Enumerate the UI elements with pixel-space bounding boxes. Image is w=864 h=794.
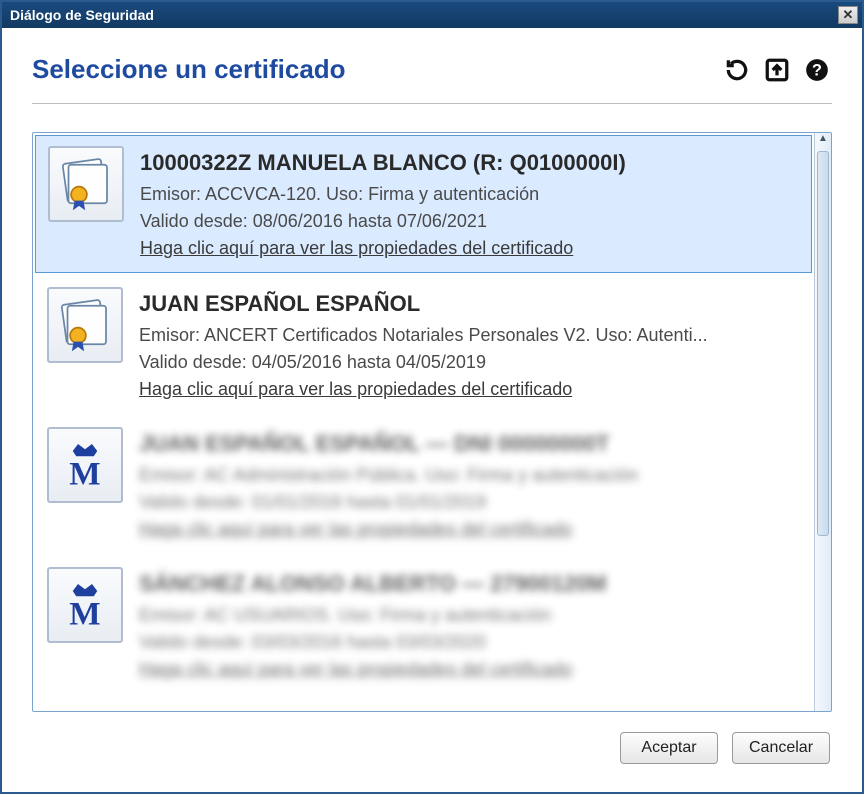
certificate-body: 10000322Z MANUELA BLANCO (R: Q0100000I)E… xyxy=(140,146,799,262)
help-button[interactable]: ? xyxy=(802,55,832,85)
certificate-item[interactable]: M JUAN ESPAÑOL ESPAÑOL — DNI 00000000TEmi… xyxy=(33,415,814,555)
certificate-body: JUAN ESPAÑOL ESPAÑOLEmisor: ANCERT Certi… xyxy=(139,287,800,403)
certificate-validity: Valido desde: 03/03/2016 hasta 03/03/202… xyxy=(139,629,800,656)
certificate-name: JUAN ESPAÑOL ESPAÑOL xyxy=(139,287,800,320)
certificate-name: SÁNCHEZ ALONSO ALBERTO — 27900120M xyxy=(139,567,800,600)
certificate-properties-link[interactable]: Haga clic aquí para ver las propiedades … xyxy=(139,656,800,683)
svg-text:M: M xyxy=(69,595,100,632)
accept-button[interactable]: Aceptar xyxy=(620,732,718,764)
close-button[interactable]: ✕ xyxy=(838,6,858,24)
certificate-item[interactable]: JUAN ESPAÑOL ESPAÑOLEmisor: ANCERT Certi… xyxy=(33,275,814,415)
certificate-item[interactable]: 10000322Z MANUELA BLANCO (R: Q0100000I)E… xyxy=(35,135,812,273)
refresh-button[interactable] xyxy=(722,55,752,85)
certificate-body: JUAN ESPAÑOL ESPAÑOL — DNI 00000000TEmis… xyxy=(139,427,800,543)
svg-text:?: ? xyxy=(812,61,822,79)
header: Seleccione un certificado ? xyxy=(32,54,832,104)
scroll-thumb[interactable] xyxy=(817,151,829,536)
certificate-list: 10000322Z MANUELA BLANCO (R: Q0100000I)E… xyxy=(33,133,814,711)
certificate-list-container: 10000322Z MANUELA BLANCO (R: Q0100000I)E… xyxy=(32,132,832,712)
import-button[interactable] xyxy=(762,55,792,85)
certificate-item[interactable]: M SÁNCHEZ ALONSO ALBERTO — 27900120MEmiso… xyxy=(33,555,814,695)
certificate-item-icon xyxy=(47,287,123,363)
svg-text:M: M xyxy=(69,455,100,492)
window-title: Diálogo de Seguridad xyxy=(10,7,154,23)
certificate-icon xyxy=(57,297,113,353)
certificate-issuer: Emisor: AC Administración Pública. Uso: … xyxy=(139,462,800,489)
certificate-body: SÁNCHEZ ALONSO ALBERTO — 27900120MEmisor… xyxy=(139,567,800,683)
security-dialog: Diálogo de Seguridad ✕ Seleccione un cer… xyxy=(0,0,864,794)
crown-m-icon: M xyxy=(57,577,113,633)
scroll-up-arrow[interactable]: ▲ xyxy=(815,133,831,150)
scrollbar[interactable]: ▲ xyxy=(814,133,831,711)
certificate-validity: Valido desde: 04/05/2016 hasta 04/05/201… xyxy=(139,349,800,376)
certificate-issuer: Emisor: AC USUARIOS. Uso: Firma y autent… xyxy=(139,602,800,629)
crown-m-icon: M xyxy=(57,437,113,493)
certificate-properties-link[interactable]: Haga clic aquí para ver las propiedades … xyxy=(139,376,800,403)
certificate-item-icon: M xyxy=(47,427,123,503)
page-title: Seleccione un certificado xyxy=(32,54,346,85)
refresh-icon xyxy=(724,57,750,83)
certificate-item-icon xyxy=(48,146,124,222)
dialog-body: Seleccione un certificado ? 10000322Z MA… xyxy=(2,28,862,792)
dialog-footer: Aceptar Cancelar xyxy=(32,722,832,774)
certificate-icon xyxy=(58,156,114,212)
certificate-name: JUAN ESPAÑOL ESPAÑOL — DNI 00000000T xyxy=(139,427,800,460)
help-icon: ? xyxy=(804,57,830,83)
cancel-button[interactable]: Cancelar xyxy=(732,732,830,764)
certificate-item-icon: M xyxy=(47,567,123,643)
certificate-validity: Valido desde: 08/06/2016 hasta 07/06/202… xyxy=(140,208,799,235)
import-icon xyxy=(764,57,790,83)
certificate-name: 10000322Z MANUELA BLANCO (R: Q0100000I) xyxy=(140,146,799,179)
close-icon: ✕ xyxy=(843,7,854,23)
toolbar: ? xyxy=(722,55,832,85)
certificate-validity: Valido desde: 01/01/2016 hasta 01/01/201… xyxy=(139,489,800,516)
certificate-properties-link[interactable]: Haga clic aquí para ver las propiedades … xyxy=(139,516,800,543)
certificate-issuer: Emisor: ANCERT Certificados Notariales P… xyxy=(139,322,800,349)
certificate-issuer: Emisor: ACCVCA-120. Uso: Firma y autenti… xyxy=(140,181,799,208)
certificate-properties-link[interactable]: Haga clic aquí para ver las propiedades … xyxy=(140,235,799,262)
titlebar: Diálogo de Seguridad ✕ xyxy=(2,2,862,28)
